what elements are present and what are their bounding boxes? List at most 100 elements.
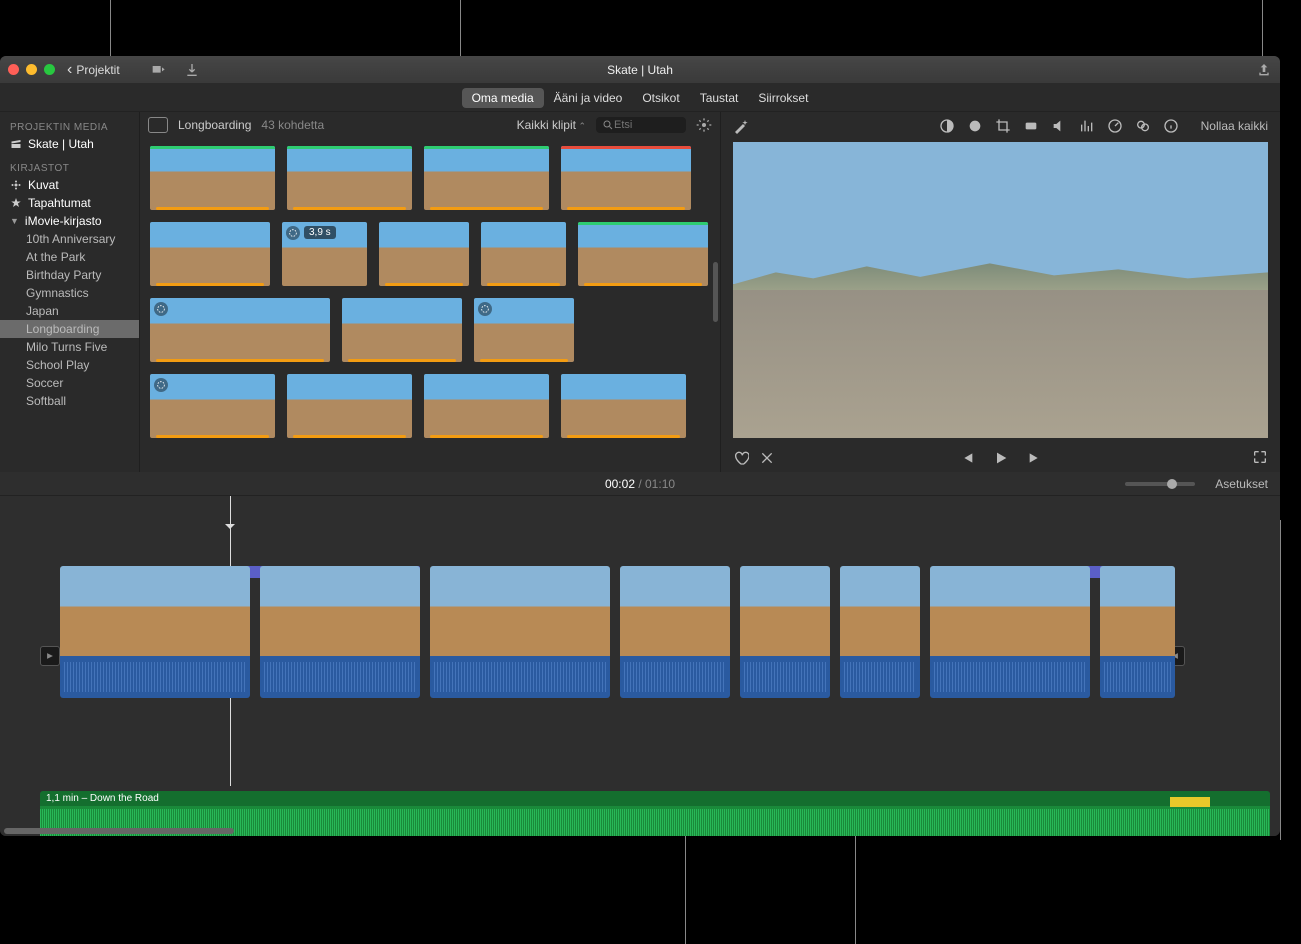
sidebar-event-school-play[interactable]: School Play — [0, 356, 139, 374]
timeline-settings-button[interactable]: Asetukset — [1215, 477, 1268, 491]
minimize-window-button[interactable] — [26, 64, 37, 75]
tab-oma-media[interactable]: Oma media — [462, 88, 544, 108]
tab-otsikot[interactable]: Otsikot — [632, 88, 689, 108]
zoom-slider[interactable] — [1125, 482, 1195, 486]
timeline: 00:02 / 01:10 Asetukset 4,0 s – The grea… — [0, 472, 1280, 836]
media-clip[interactable] — [150, 374, 275, 438]
media-clip[interactable] — [578, 222, 708, 286]
search-icon — [602, 119, 614, 131]
timeline-clip[interactable] — [430, 566, 610, 698]
photos-label: Kuvat — [28, 178, 59, 192]
search-input[interactable] — [614, 119, 674, 131]
volume-icon[interactable] — [1051, 118, 1067, 134]
reject-icon[interactable] — [759, 450, 775, 466]
flower-icon — [10, 179, 22, 191]
analyzing-spinner-icon — [286, 226, 300, 240]
media-clip[interactable] — [342, 298, 462, 362]
tab-siirrokset[interactable]: Siirrokset — [748, 88, 818, 108]
timeline-scrollbar[interactable] — [4, 828, 234, 834]
project-media-header: PROJEKTIN MEDIA — [0, 118, 139, 135]
reset-all-button[interactable]: Nollaa kaikki — [1201, 119, 1268, 133]
equalizer-icon[interactable] — [1079, 118, 1095, 134]
speed-icon[interactable] — [1107, 118, 1123, 134]
media-clip[interactable] — [424, 374, 549, 438]
back-label: Projektit — [76, 63, 119, 77]
media-clip[interactable] — [379, 222, 469, 286]
zoom-window-button[interactable] — [44, 64, 55, 75]
sidebar-event-gymnastics[interactable]: Gymnastics — [0, 284, 139, 302]
timeline-clip[interactable] — [740, 566, 830, 698]
media-clip[interactable] — [287, 146, 412, 210]
next-frame-icon[interactable] — [1027, 450, 1043, 466]
browser-scrollbar[interactable] — [713, 262, 718, 322]
timeline-clip[interactable] — [930, 566, 1090, 698]
events-label: Tapahtumat — [28, 196, 91, 210]
back-to-projects-button[interactable]: Projektit — [67, 61, 120, 79]
sidebar-library-root[interactable]: ▼ iMovie-kirjasto — [0, 212, 139, 230]
project-title: Skate | Utah — [607, 63, 673, 77]
timeline-clip[interactable] — [620, 566, 730, 698]
project-name-label: Skate | Utah — [28, 137, 94, 151]
close-window-button[interactable] — [8, 64, 19, 75]
play-icon[interactable] — [993, 450, 1009, 466]
library-name-label: iMovie-kirjasto — [25, 214, 102, 228]
sidebar-event-soccer[interactable]: Soccer — [0, 374, 139, 392]
sidebar-project[interactable]: Skate | Utah — [0, 135, 139, 153]
media-clip[interactable] — [424, 146, 549, 210]
sidebar-events[interactable]: Tapahtumat — [0, 194, 139, 212]
transition-start-icon[interactable] — [40, 646, 60, 666]
sidebar-event--th-anniversary[interactable]: 10th Anniversary — [0, 230, 139, 248]
media-clip[interactable] — [150, 146, 275, 210]
media-clip[interactable] — [561, 374, 686, 438]
gear-icon[interactable] — [696, 117, 712, 133]
media-browser: Longboarding 43 kohdetta Kaikki klipit 3… — [140, 112, 720, 472]
import-media-icon[interactable] — [150, 62, 166, 78]
download-icon[interactable] — [184, 62, 200, 78]
sidebar-event-milo-turns-five[interactable]: Milo Turns Five — [0, 338, 139, 356]
fullscreen-icon[interactable] — [1252, 449, 1268, 465]
timecode-display: 00:02 / 01:10 — [605, 477, 675, 491]
preview-viewer: Nollaa kaikki — [720, 112, 1280, 472]
share-icon[interactable] — [1256, 62, 1272, 78]
toggle-sidebar-icon[interactable] — [148, 117, 168, 133]
crop-icon[interactable] — [995, 118, 1011, 134]
search-field[interactable] — [596, 117, 686, 133]
timeline-clip[interactable] — [1100, 566, 1175, 698]
clip-filter-dropdown[interactable]: Kaikki klipit — [517, 118, 586, 132]
preview-frame[interactable] — [733, 142, 1268, 438]
magic-wand-icon[interactable] — [733, 118, 749, 134]
stabilize-icon[interactable] — [1023, 118, 1039, 134]
star-icon — [10, 197, 22, 209]
timeline-clip[interactable] — [260, 566, 420, 698]
info-icon[interactable] — [1163, 118, 1179, 134]
media-clip[interactable] — [287, 374, 412, 438]
tab-taustat[interactable]: Taustat — [690, 88, 749, 108]
sidebar-event-birthday-party[interactable]: Birthday Party — [0, 266, 139, 284]
timeline-clip[interactable] — [840, 566, 920, 698]
media-clip[interactable] — [481, 222, 566, 286]
media-clip[interactable] — [150, 298, 330, 362]
filter-icon[interactable] — [1135, 118, 1151, 134]
color-balance-icon[interactable] — [939, 118, 955, 134]
media-clip[interactable] — [561, 146, 691, 210]
browser-title: Longboarding — [178, 118, 251, 132]
libraries-header: KIRJASTOT — [0, 159, 139, 176]
prev-frame-icon[interactable] — [959, 450, 975, 466]
color-wheel-icon[interactable] — [967, 118, 983, 134]
sidebar-event-japan[interactable]: Japan — [0, 302, 139, 320]
timeline-clip[interactable] — [60, 566, 250, 698]
sidebar-event-longboarding[interactable]: Longboarding — [0, 320, 139, 338]
tab--ni-ja-video[interactable]: Ääni ja video — [544, 88, 633, 108]
browser-item-count: 43 kohdetta — [261, 118, 324, 132]
sidebar-event-softball[interactable]: Softball — [0, 392, 139, 410]
library-sidebar: PROJEKTIN MEDIA Skate | Utah KIRJASTOT K… — [0, 112, 140, 472]
media-clip[interactable] — [150, 222, 270, 286]
media-type-tabs: Oma mediaÄäni ja videoOtsikotTaustatSiir… — [0, 84, 1280, 112]
favorite-icon[interactable] — [733, 450, 749, 466]
disclosure-triangle-icon[interactable]: ▼ — [10, 216, 19, 226]
media-clip[interactable] — [474, 298, 574, 362]
sidebar-photos[interactable]: Kuvat — [0, 176, 139, 194]
clapperboard-icon — [10, 138, 22, 150]
sidebar-event-at-the-park[interactable]: At the Park — [0, 248, 139, 266]
media-clip[interactable]: 3,9 s — [282, 222, 367, 286]
